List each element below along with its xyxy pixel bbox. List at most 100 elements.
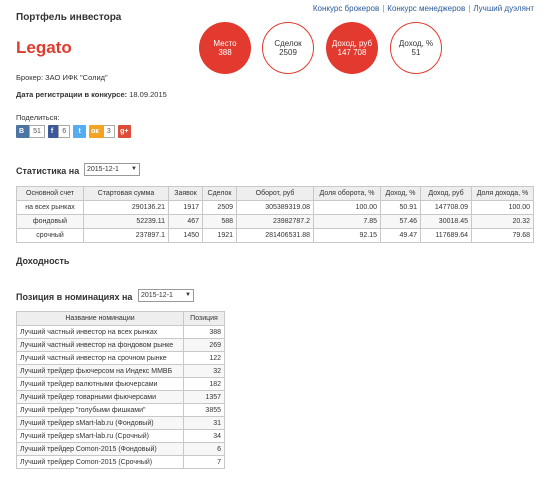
stat-circle-place: Место 388: [199, 22, 251, 74]
stats-date-value: 2015-12-1: [87, 166, 119, 173]
table-cell: 305389319.08: [236, 200, 314, 215]
page-title: Портфель инвестора: [16, 12, 122, 23]
stat-label: Доход, руб: [331, 38, 373, 48]
nomination-name: Лучший трейдер sMart-lab.ru (Срочный): [16, 429, 184, 443]
table-cell: 30018.45: [420, 214, 472, 229]
column-header[interactable]: Позиция: [183, 311, 225, 326]
nomination-position: 7: [183, 455, 225, 469]
table-row: Лучший частный инвестор на всех рынках 38…: [16, 325, 225, 339]
nav-link-manager-contest[interactable]: Конкурс менеджеров: [387, 4, 465, 13]
share-facebook-button[interactable]: f6: [47, 125, 71, 138]
nomination-name: Лучший трейдер sMart-lab.ru (Фондовый): [16, 416, 184, 430]
nomination-name: Лучший трейдер товарными фьючерсами: [16, 390, 184, 404]
nomination-position: 122: [183, 351, 225, 365]
table-row: Лучший трейдер валютными фьючерсами 182: [16, 377, 225, 391]
table-row: Лучший трейдер Comon-2015 (Фондовый) 6: [16, 442, 225, 456]
table-cell: 290136.21: [83, 200, 169, 215]
nomination-position: 6: [183, 442, 225, 456]
stat-value: 147 708: [337, 48, 367, 57]
nomination-position: 34: [183, 429, 225, 443]
column-header[interactable]: Доход, %: [380, 186, 421, 201]
chevron-down-icon: ▼: [131, 166, 137, 172]
table-cell: 147708.09: [420, 200, 472, 215]
share-count: 6: [58, 125, 71, 138]
nominations-date-value: 2015-12-1: [141, 292, 173, 299]
nomination-position: 388: [183, 325, 225, 339]
stat-circle-income-rub: Доход, руб 147 708: [326, 22, 378, 74]
table-cell: 50.91: [380, 200, 421, 215]
table-cell: 52239.11: [83, 214, 169, 229]
nomination-position: 3855: [183, 403, 225, 417]
share-buttons: В 51 f6 t ок 3 g+: [16, 125, 131, 138]
table-cell: 100.00: [313, 200, 381, 215]
stat-circle-income-pct: Доход, % 51: [390, 22, 442, 74]
nomination-name: Лучший частный инвестор на всех рынках: [16, 325, 184, 339]
nav-separator: |: [382, 4, 385, 13]
nominations-header-row: Название номинации Позиция: [16, 311, 225, 326]
stat-value: 2509: [279, 48, 297, 57]
nomination-name: Лучший частный инвестор на фондовом рынк…: [16, 338, 184, 352]
table-cell: 100.00: [471, 200, 534, 215]
stat-label: Доход, %: [398, 38, 434, 48]
table-cell: 117689.64: [420, 228, 472, 243]
nomination-position: 32: [183, 364, 225, 378]
table-row: Лучший трейдер "голубыми фишками" 3855: [16, 403, 225, 417]
share-odnoklassniki-button[interactable]: ок 3: [89, 125, 115, 138]
column-header[interactable]: Оборот, руб: [236, 186, 314, 201]
column-header[interactable]: Доля оборота, %: [313, 186, 381, 201]
nav-link-broker-contest[interactable]: Конкурс брокеров: [313, 4, 379, 13]
table-cell: 2509: [202, 200, 237, 215]
share-twitter-button[interactable]: t: [73, 125, 87, 138]
nomination-position: 269: [183, 338, 225, 352]
share-vk-button[interactable]: В 51: [16, 125, 45, 138]
table-cell: срочный: [16, 228, 84, 243]
odnoklassniki-icon: ок: [91, 128, 99, 135]
stat-value: 388: [218, 48, 232, 57]
broker-info: Брокер: ЗАО ИФК "Солид": [16, 73, 108, 82]
column-header[interactable]: Доход, руб: [420, 186, 472, 201]
broker-value: ЗАО ИФК "Солид": [45, 73, 108, 82]
table-row: фондовый 52239.11 467 588 23982787.2 7.8…: [16, 214, 534, 229]
table-row: Лучший трейдер Comon-2015 (Срочный) 7: [16, 455, 225, 469]
twitter-icon: t: [78, 128, 81, 135]
table-row: Лучший трейдер sMart-lab.ru (Срочный) 34: [16, 429, 225, 443]
nominations-date-select[interactable]: 2015-12-1 ▼: [138, 289, 194, 302]
table-row: Лучший трейдер фьючерсом на Индекс ММВБ 3…: [16, 364, 225, 378]
stat-label: Место: [213, 38, 237, 48]
table-row: на всех рынках 290136.21 1917 2509 30538…: [16, 200, 534, 215]
table-cell: 79.68: [471, 228, 534, 243]
table-cell: 237897.1: [83, 228, 169, 243]
table-cell: 7.85: [313, 214, 381, 229]
table-cell: 588: [202, 214, 237, 229]
table-row: Лучший трейдер товарными фьючерсами 1357: [16, 390, 225, 404]
table-row: срочный 237897.1 1450 1921 281406531.88 …: [16, 228, 534, 243]
nomination-name: Лучший частный инвестор на срочном рынке: [16, 351, 184, 365]
facebook-icon: f: [50, 128, 54, 135]
stats-date-select[interactable]: 2015-12-1 ▼: [84, 163, 140, 176]
nomination-position: 182: [183, 377, 225, 391]
nominations-title: Позиция в номинациях на: [16, 292, 133, 302]
table-cell: на всех рынках: [16, 200, 84, 215]
table-cell: 1921: [202, 228, 237, 243]
column-header[interactable]: Стартовая сумма: [83, 186, 169, 201]
table-cell: 1450: [168, 228, 203, 243]
table-cell: фондовый: [16, 214, 84, 229]
nomination-name: Лучший трейдер Comon-2015 (Фондовый): [16, 442, 184, 456]
nomination-name: Лучший трейдер валютными фьючерсами: [16, 377, 184, 391]
table-row: Лучший трейдер sMart-lab.ru (Фондовый) 31: [16, 416, 225, 430]
column-header[interactable]: Сделок: [202, 186, 237, 201]
column-header[interactable]: Заявок: [168, 186, 203, 201]
share-googleplus-button[interactable]: g+: [117, 125, 131, 138]
nav-link-best-duelist[interactable]: Лучший дуэлянт: [473, 4, 534, 13]
column-header[interactable]: Основной счет: [16, 186, 84, 201]
table-cell: 23982787.2: [236, 214, 314, 229]
regdate-value: 18.09.2015: [129, 90, 167, 99]
column-header[interactable]: Название номинации: [16, 311, 184, 326]
nomination-name: Лучший трейдер Comon-2015 (Срочный): [16, 455, 184, 469]
table-row: Лучший частный инвестор на фондовом рынк…: [16, 338, 225, 352]
registration-date: Дата регистрации в конкурсе: 18.09.2015: [16, 90, 167, 99]
table-cell: 57.46: [380, 214, 421, 229]
column-header[interactable]: Доля дохода, %: [471, 186, 534, 201]
stats-title: Статистика на: [16, 166, 80, 176]
table-cell: 49.47: [380, 228, 421, 243]
